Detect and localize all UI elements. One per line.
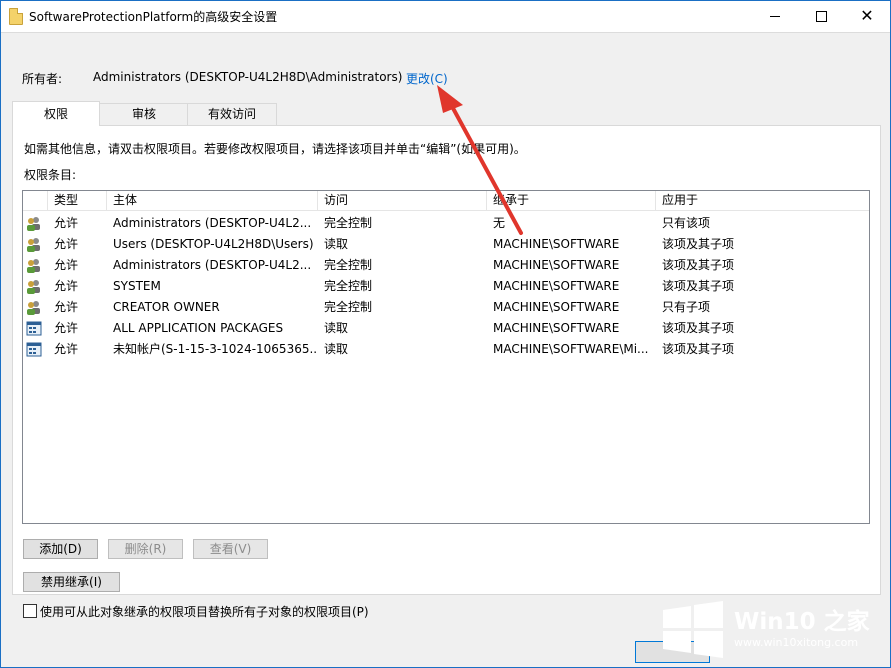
table-row[interactable]: 允许 Users (DESKTOP-U4L2H8D\Users) 读取 MACHINE… xyxy=(23,234,869,255)
folder-icon xyxy=(9,8,23,25)
maximize-icon xyxy=(815,10,827,22)
cell-inherited-from: 无 xyxy=(493,216,506,230)
tab-effective-access[interactable]: 有效访问 xyxy=(187,103,277,125)
cell-applies-to: 该项及其子项 xyxy=(662,237,735,251)
cell-access: 完全控制 xyxy=(324,300,373,314)
tab-auditing[interactable]: 审核 xyxy=(99,103,189,125)
dialog-client-area: 所有者: Administrators (DESKTOP-U4L2H8D\Adm… xyxy=(1,32,890,667)
cell-applies-to: 该项及其子项 xyxy=(662,258,735,272)
column-header-type[interactable]: 类型 xyxy=(48,191,107,210)
cell-inherited-from: MACHINE\SOFTWARE\Mi... xyxy=(493,342,649,356)
column-header-icon[interactable] xyxy=(23,191,48,210)
title-bar[interactable]: SoftwareProtectionPlatform的高级安全设置 ✕ xyxy=(1,1,890,31)
users-icon xyxy=(26,300,42,315)
cell-inherited-from: MACHINE\SOFTWARE xyxy=(493,300,620,314)
minimize-button[interactable] xyxy=(752,1,798,31)
cell-inherited-from: MACHINE\SOFTWARE xyxy=(493,237,620,251)
cell-type: 允许 xyxy=(54,216,79,230)
cell-type: 允许 xyxy=(54,300,79,314)
replace-child-permissions-checkbox[interactable] xyxy=(23,604,37,618)
advanced-security-window: SoftwareProtectionPlatform的高级安全设置 ✕ 所有者:… xyxy=(0,0,891,668)
cell-applies-to: 该项及其子项 xyxy=(662,342,735,356)
cell-applies-to: 只有子项 xyxy=(662,300,711,314)
cell-access: 读取 xyxy=(324,237,349,251)
table-row[interactable]: 允许 Administrators (DESKTOP-U4L2... 完全控制 MAC… xyxy=(23,255,869,276)
view-button[interactable]: 查看(V) xyxy=(193,539,268,559)
cell-access: 读取 xyxy=(324,342,349,356)
info-text: 如需其他信息，请双击权限项目。若要修改权限项目，请选择该项目并单击“编辑”(如果… xyxy=(24,142,526,156)
cell-principal: CREATOR OWNER xyxy=(113,300,220,314)
maximize-button[interactable] xyxy=(798,1,844,31)
close-button[interactable]: ✕ xyxy=(844,1,890,31)
cell-access: 完全控制 xyxy=(324,279,373,293)
cell-type: 允许 xyxy=(54,258,79,272)
cell-principal: SYSTEM xyxy=(113,279,161,293)
column-header-principal[interactable]: 主体 xyxy=(107,191,318,210)
permission-entries-list[interactable]: 类型 主体 访问 继承于 应用于 允许 Administrators (DESKT… xyxy=(22,190,870,524)
cell-type: 允许 xyxy=(54,279,79,293)
cell-applies-to: 该项及其子项 xyxy=(662,279,735,293)
disable-inheritance-button[interactable]: 禁用继承(I) xyxy=(23,572,120,592)
close-icon: ✕ xyxy=(860,6,874,25)
cell-principal: ALL APPLICATION PACKAGES xyxy=(113,321,284,335)
app-package-icon xyxy=(26,342,42,357)
cell-type: 允许 xyxy=(54,321,79,335)
cell-type: 允许 xyxy=(54,342,79,356)
users-icon xyxy=(26,258,42,273)
cell-access: 读取 xyxy=(324,321,349,335)
replace-child-permissions-label: 使用可从此对象继承的权限项目替换所有子对象的权限项目(P) xyxy=(40,605,369,619)
users-icon xyxy=(26,216,42,231)
add-button[interactable]: 添加(D) xyxy=(23,539,98,559)
users-icon xyxy=(26,279,42,294)
watermark: Win10 之家 www.win10xitong.com xyxy=(656,594,889,666)
users-icon xyxy=(26,237,42,252)
cell-inherited-from: MACHINE\SOFTWARE xyxy=(493,321,620,335)
minimize-icon xyxy=(770,15,780,17)
table-row[interactable]: 允许 Administrators (DESKTOP-U4L2... 完全控制 无 只有… xyxy=(23,213,869,234)
cell-principal: Users (DESKTOP-U4L2H8D\Users) xyxy=(113,237,314,251)
table-row[interactable]: 允许 ALL APPLICATION PACKAGES 读取 MACHINE\SOFT… xyxy=(23,318,869,339)
cell-applies-to: 只有该项 xyxy=(662,216,711,230)
change-owner-link[interactable]: 更改(C) xyxy=(406,70,448,87)
windows-logo-icon xyxy=(663,601,723,658)
column-header-applies-to[interactable]: 应用于 xyxy=(656,191,869,210)
cell-access: 完全控制 xyxy=(324,216,373,230)
cell-principal: 未知帐户(S-1-15-3-1024-1065365... xyxy=(113,342,318,356)
permission-entries-label: 权限条目: xyxy=(24,168,77,182)
window-title: SoftwareProtectionPlatform的高级安全设置 xyxy=(29,10,278,24)
cell-principal: Administrators (DESKTOP-U4L2... xyxy=(113,216,312,230)
cell-principal: Administrators (DESKTOP-U4L2... xyxy=(113,258,312,272)
column-header-access[interactable]: 访问 xyxy=(318,191,487,210)
table-row[interactable]: 允许 未知帐户(S-1-15-3-1024-1065365... 读取 MACHINE… xyxy=(23,339,869,360)
owner-label: 所有者: xyxy=(22,72,63,86)
cell-type: 允许 xyxy=(54,237,79,251)
owner-value: Administrators (DESKTOP-U4L2H8D\Administ… xyxy=(93,70,403,84)
remove-button[interactable]: 删除(R) xyxy=(108,539,183,559)
list-header: 类型 主体 访问 继承于 应用于 xyxy=(23,191,869,211)
column-header-inherited-from[interactable]: 继承于 xyxy=(487,191,656,210)
cell-inherited-from: MACHINE\SOFTWARE xyxy=(493,258,620,272)
permissions-panel: 如需其他信息，请双击权限项目。若要修改权限项目，请选择该项目并单击“编辑”(如果… xyxy=(12,125,881,619)
tab-permissions[interactable]: 权限 xyxy=(12,101,100,126)
cell-access: 完全控制 xyxy=(324,258,373,272)
table-row[interactable]: 允许 SYSTEM 完全控制 MACHINE\SOFTWARE 该项及其子项 xyxy=(23,276,869,297)
watermark-url: www.win10xitong.com xyxy=(734,636,859,649)
table-row[interactable]: 允许 CREATOR OWNER 完全控制 MACHINE\SOFTWARE 只有子项 xyxy=(23,297,869,318)
cell-inherited-from: MACHINE\SOFTWARE xyxy=(493,279,620,293)
watermark-brand: Win10 之家 xyxy=(734,609,870,635)
cell-applies-to: 该项及其子项 xyxy=(662,321,735,335)
app-package-icon xyxy=(26,321,42,336)
